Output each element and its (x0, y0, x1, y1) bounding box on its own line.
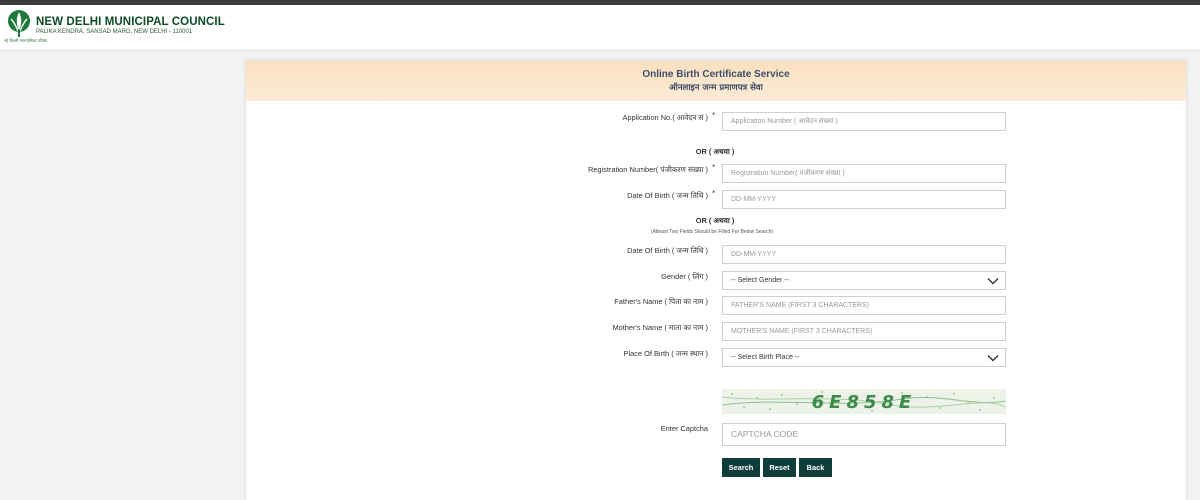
org-name: NEW DELHI MUNICIPAL COUNCIL (36, 16, 225, 28)
father-name-input[interactable]: FATHER'S NAME (FIRST 3 CHARACTERS) (722, 296, 1006, 315)
birth-certificate-form-card: Online Birth Certificate Service ऑनलाइन … (245, 60, 1187, 500)
dob-input-1[interactable]: DD-MM-YYYY (722, 190, 1006, 209)
gender-select[interactable]: -- Select Gender -- (722, 271, 1006, 290)
registration-no-required-mark: * (712, 163, 716, 171)
card-title: Online Birth Certificate Service (642, 69, 790, 80)
dob-required-mark: * (712, 189, 716, 197)
chevron-down-icon (987, 355, 999, 362)
application-no-input[interactable]: Application Number ( आवेदन संख्या ) (722, 112, 1006, 131)
registration-no-label: Registration Number( पंजीकरण संख्या ) (587, 165, 708, 174)
father-name-label: Father's Name ( पिता का नाम ) (614, 297, 708, 306)
dob-label-1: Date Of Birth ( जन्म तिथि ) (627, 191, 708, 200)
search-button[interactable]: Search (722, 458, 760, 477)
or-separator-1: OR ( अथवा ) (695, 147, 735, 156)
dob-input-2[interactable]: DD-MM-YYYY (722, 245, 1006, 264)
card-subtitle: ऑनलाइन जन्म प्रमाणपत्र सेवा (669, 83, 763, 93)
registration-no-input[interactable]: Registration Number( पंजीकरण संख्या ) (722, 164, 1006, 183)
captcha-image: 6E858E (722, 389, 1006, 414)
card-header: Online Birth Certificate Service ऑनलाइन … (246, 61, 1186, 101)
application-no-label: Application No.( आवेदन सं ) (622, 113, 708, 122)
birth-place-selected-value: -- Select Birth Place -- (731, 354, 800, 361)
gender-selected-value: -- Select Gender -- (731, 277, 789, 284)
org-address: PALIKA KENDRA, SANSAD MARG, NEW DELHI - … (36, 29, 193, 35)
captcha-input[interactable]: CAPTCHA CODE (722, 423, 1006, 446)
dob-label-2: Date Of Birth ( जन्म तिथि ) (627, 246, 708, 255)
birth-place-label: Place Of Birth ( जन्म स्थान ) (623, 349, 708, 358)
chevron-down-icon (987, 278, 999, 285)
back-button[interactable]: Back (799, 458, 832, 477)
captcha-text: 6E858E (812, 392, 917, 413)
mother-name-input[interactable]: MOTHER'S NAME (FIRST 3 CHARACTERS) (722, 322, 1006, 341)
site-header: नई दिल्ली नगरपालिका परिषद NEW DELHI MUNI… (0, 5, 1200, 51)
or-separator-2: OR ( अथवा ) (695, 216, 735, 225)
gender-label: Gender ( लिंग ) (661, 272, 708, 281)
application-no-required-mark: * (712, 111, 716, 119)
logo-caption: नई दिल्ली नगरपालिका परिषद (4, 38, 48, 43)
captcha-label: Enter Captcha (660, 424, 708, 433)
search-fields-note: (Atleast Two Fields Should be Filled For… (650, 229, 774, 235)
mother-name-label: Mother's Name ( माता का नाम ) (612, 323, 708, 332)
reset-button[interactable]: Reset (763, 458, 796, 477)
ndmc-tree-logo-icon (8, 10, 30, 37)
birth-place-select[interactable]: -- Select Birth Place -- (722, 348, 1006, 367)
